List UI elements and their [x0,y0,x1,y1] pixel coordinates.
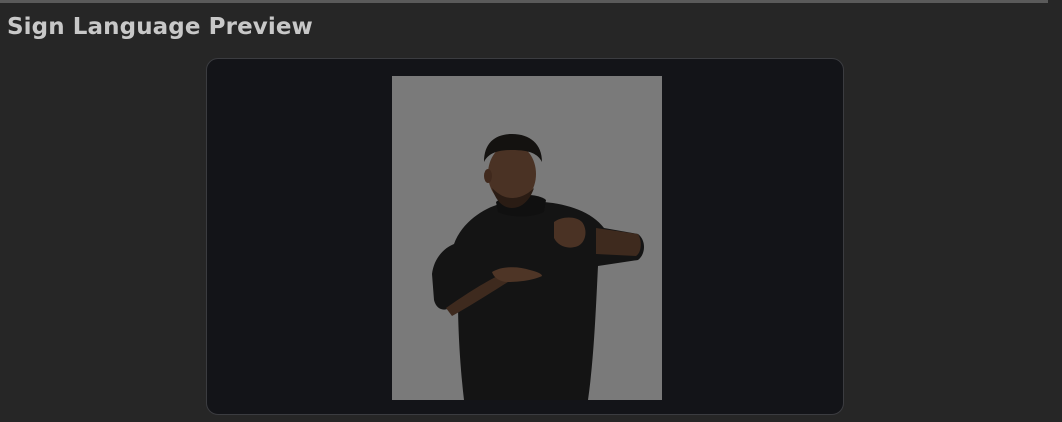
signer-video[interactable] [392,76,662,400]
sign-language-preview-panel [206,58,844,415]
section-title: Sign Language Preview [7,14,313,40]
top-divider [0,0,1048,3]
signer-figure [432,134,644,400]
